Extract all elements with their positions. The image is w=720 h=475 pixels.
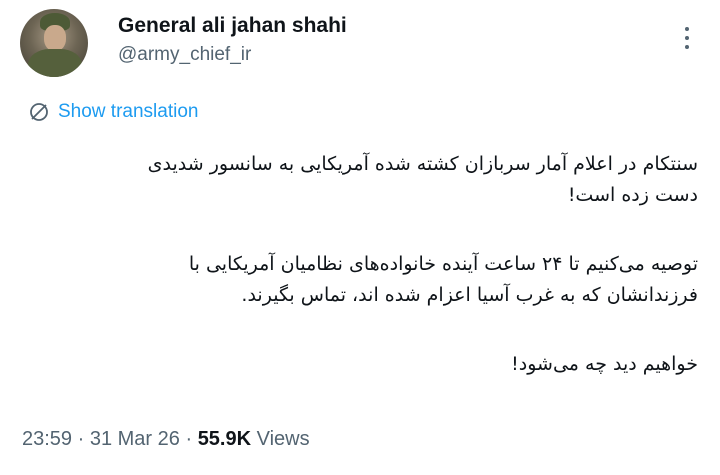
meta-separator: · — [179, 428, 198, 450]
more-dot — [685, 36, 689, 40]
avatar[interactable] — [20, 9, 88, 77]
views-label: Views — [251, 428, 310, 450]
show-translation-button[interactable]: Show translation — [28, 101, 198, 123]
tweet-line: فرزندانشان که به غرب آسیا اعزام شده اند،… — [241, 284, 698, 306]
tweet-line: خواهیم دید چه می‌شود! — [511, 353, 698, 375]
more-options-icon[interactable] — [680, 24, 694, 52]
author-name[interactable]: General ali jahan shahi — [118, 14, 347, 38]
more-dot — [685, 27, 689, 31]
avatar-face — [44, 25, 66, 51]
tweet-line: سنتکام در اعلام آمار سربازان کشته شده آم… — [147, 153, 698, 175]
tweet-meta: 23:59 · 31 Mar 26 · 55.9K Views — [22, 428, 310, 451]
tweet-date[interactable]: 31 Mar 26 — [90, 428, 180, 450]
tweet-line: توصیه می‌کنیم تا ۲۴ ساعت آینده خانواده‌ه… — [188, 253, 698, 275]
tweet-line: دست زده است! — [567, 184, 698, 206]
more-dot — [685, 45, 689, 49]
globe-icon — [30, 103, 48, 121]
tweet-text: سنتکام در اعلام آمار سربازان کشته شده آم… — [18, 149, 698, 380]
avatar-uniform — [28, 49, 82, 77]
views-count: 55.9K — [197, 428, 252, 450]
author-handle[interactable]: @army_chief_ir — [118, 44, 251, 66]
show-translation-label: Show translation — [58, 101, 199, 122]
tweet-time[interactable]: 23:59 — [22, 428, 72, 450]
meta-separator: · — [72, 428, 90, 450]
